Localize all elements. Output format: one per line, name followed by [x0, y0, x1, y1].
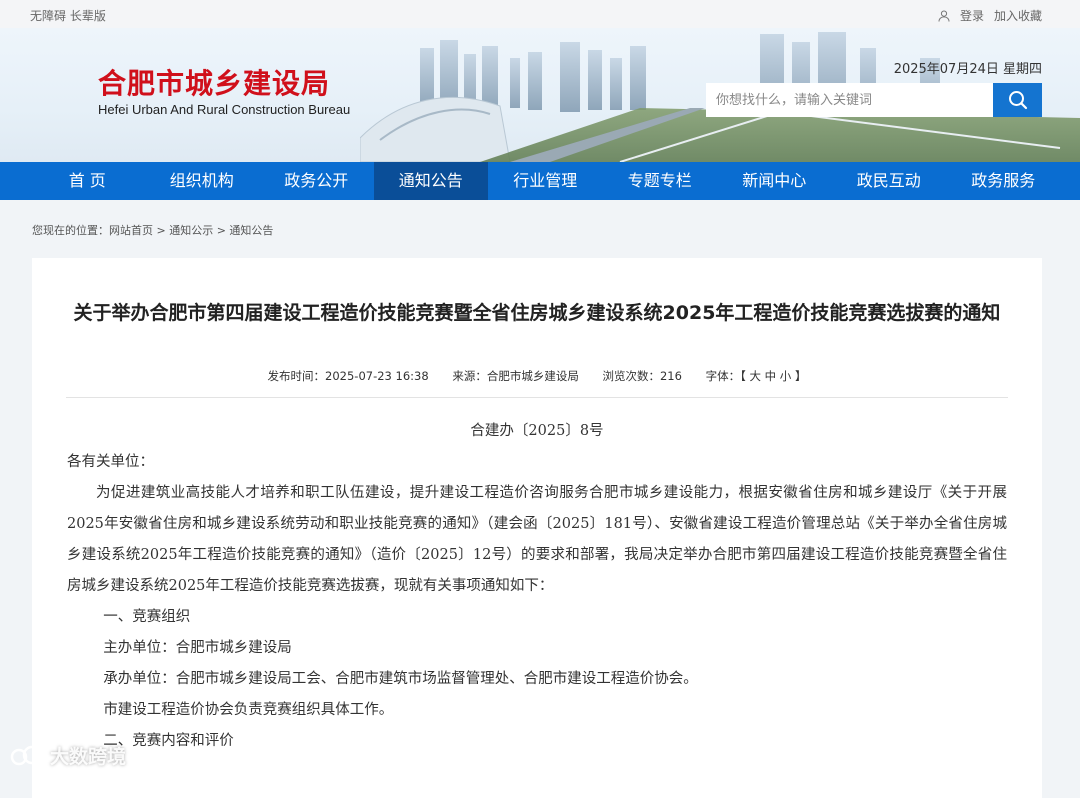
section-heading: 一、竞赛组织	[103, 609, 191, 625]
nav-item-news-center[interactable]: 新闻中心	[717, 162, 832, 200]
search-input[interactable]	[706, 83, 993, 117]
nav-item-organization[interactable]: 组织机构	[145, 162, 260, 200]
watermark: 大数跨境	[10, 742, 126, 769]
article-source: 来源：合肥市城乡建设局	[452, 369, 579, 383]
document-number: 合建办〔2025〕8号	[470, 423, 604, 439]
title-divider	[66, 397, 1008, 398]
article-title: 关于举办合肥市第四届建设工程造价技能竞赛暨全省住房城乡建设系统2025年工程造价…	[73, 302, 1001, 324]
current-date: 2025年07月24日 星期四	[893, 62, 1042, 77]
host-unit: 主办单位：合肥市城乡建设局	[103, 640, 292, 656]
search-icon	[1008, 91, 1027, 110]
nav-item-industry-management[interactable]: 行业管理	[488, 162, 603, 200]
article-meta: 发布时间：2025-07-23 16:38 来源：合肥市城乡建设局 浏览次数：2…	[32, 368, 1042, 384]
watermark-logo-icon	[10, 745, 50, 765]
site-logo-subtitle: Hefei Urban And Rural Construction Burea…	[98, 102, 351, 117]
top-utility-bar: 无障碍 长辈版 登录 加入收藏	[0, 0, 1080, 28]
search-box	[706, 83, 1042, 117]
site-logo-title[interactable]: 合肥市城乡建设局	[98, 62, 330, 102]
view-count: 浏览次数：216	[602, 369, 682, 383]
watermark-text: 大数跨境	[50, 746, 127, 768]
site-header: 合肥市城乡建设局 Hefei Urban And Rural Construct…	[0, 28, 1080, 162]
font-size-switcher[interactable]: 字体：【 大 中 小 】	[706, 369, 807, 383]
publish-time: 发布时间：2025-07-23 16:38	[267, 369, 429, 383]
organizer-unit: 承办单位：合肥市城乡建设局工会、合肥市建筑市场监督管理处、合肥市建设工程造价协会…	[103, 671, 698, 687]
next-section-heading: 二、竞赛内容和评价	[103, 733, 234, 749]
nav-item-notices[interactable]: 通知公告	[373, 162, 488, 200]
accessibility-link[interactable]: 无障碍 长辈版	[30, 7, 106, 24]
nav-item-government-affairs[interactable]: 政务公开	[259, 162, 374, 200]
breadcrumb[interactable]: 您现在的位置：网站首页 > 通知公示 > 通知公告	[32, 222, 273, 238]
user-icon	[938, 10, 950, 22]
nav-item-special-topics[interactable]: 专题专栏	[603, 162, 718, 200]
topbar-right: 登录 加入收藏	[938, 7, 1042, 24]
nav-item-home[interactable]: 首 页	[30, 162, 145, 200]
article-card: 关于举办合肥市第四届建设工程造价技能竞赛暨全省住房城乡建设系统2025年工程造价…	[32, 258, 1042, 798]
nav-item-government-services[interactable]: 政务服务	[946, 162, 1061, 200]
search-button[interactable]	[993, 83, 1042, 117]
article-body: 合建办〔2025〕8号 各有关单位： 为促进建筑业高技能人才培养和职工队伍建设，…	[67, 416, 1007, 757]
main-nav: 首 页 组织机构 政务公开 通知公告 行业管理 专题专栏 新闻中心 政民互动 政…	[0, 162, 1080, 200]
add-favorite-link[interactable]: 加入收藏	[994, 7, 1042, 24]
login-link[interactable]: 登录	[960, 7, 984, 24]
salutation: 各有关单位：	[67, 454, 154, 470]
organizer-note: 市建设工程造价协会负责竞赛组织具体工作。	[103, 702, 394, 718]
nav-item-public-interaction[interactable]: 政民互动	[832, 162, 947, 200]
intro-paragraph: 为促进建筑业高技能人才培养和职工队伍建设，提升建设工程造价咨询服务合肥市城乡建设…	[67, 485, 1007, 594]
